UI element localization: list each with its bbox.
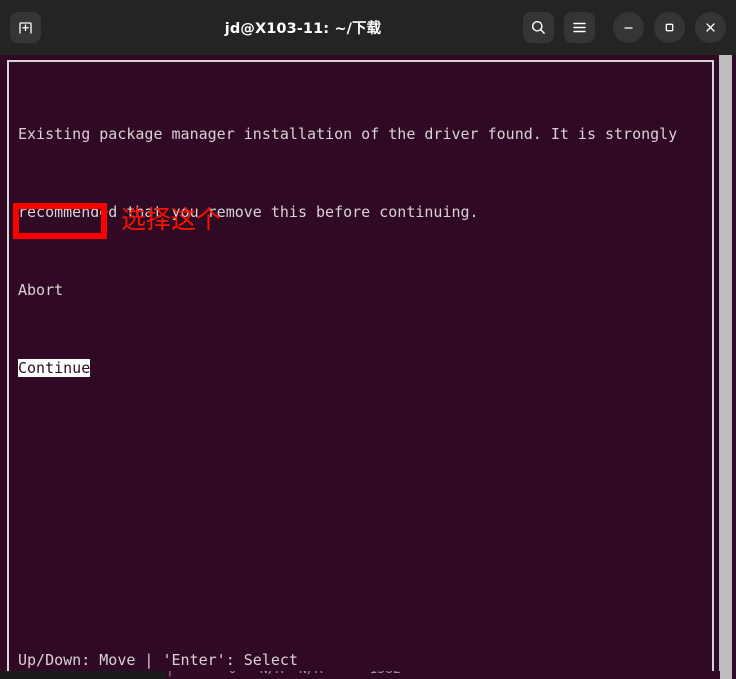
window-title: jd@X103-11: ~/下载 [224,21,382,37]
terminal-line: recommended that you remove this before … [18,203,479,221]
hamburger-menu-icon[interactable] [564,12,595,43]
terminal-scrollbar[interactable] [719,55,732,679]
close-button[interactable] [695,12,726,43]
minimize-button[interactable] [613,12,644,43]
background-window-text: | 0 N/A N/A 1582 [166,671,401,678]
background-window-strip[interactable]: | 0 N/A N/A 1582 [0,671,736,679]
terminal-window: jd@X103-11: ~/下载 Existing package manage… [0,0,736,679]
background-window-edge [0,671,166,679]
titlebar-button-group [523,12,726,43]
search-icon[interactable] [523,12,554,43]
terminal-output: Existing package manager installation of… [18,69,698,433]
menu-option-abort[interactable]: Abort [18,277,698,303]
title-bar: jd@X103-11: ~/下载 [0,0,736,55]
annotation-note: 选择这个 [121,205,222,234]
background-window-scrollbar [720,671,732,679]
annotation-highlight-box [13,203,107,239]
keyboard-hint: Up/Down: Move | 'Enter': Select [18,651,298,669]
maximize-button[interactable] [654,12,685,43]
terminal-line: Existing package manager installation of… [18,125,678,143]
new-tab-icon[interactable] [10,12,41,43]
menu-option-continue-row: Continue [18,355,698,381]
menu-option-continue[interactable]: Continue [18,359,91,377]
terminal-content[interactable]: Existing package manager installation of… [0,55,736,679]
